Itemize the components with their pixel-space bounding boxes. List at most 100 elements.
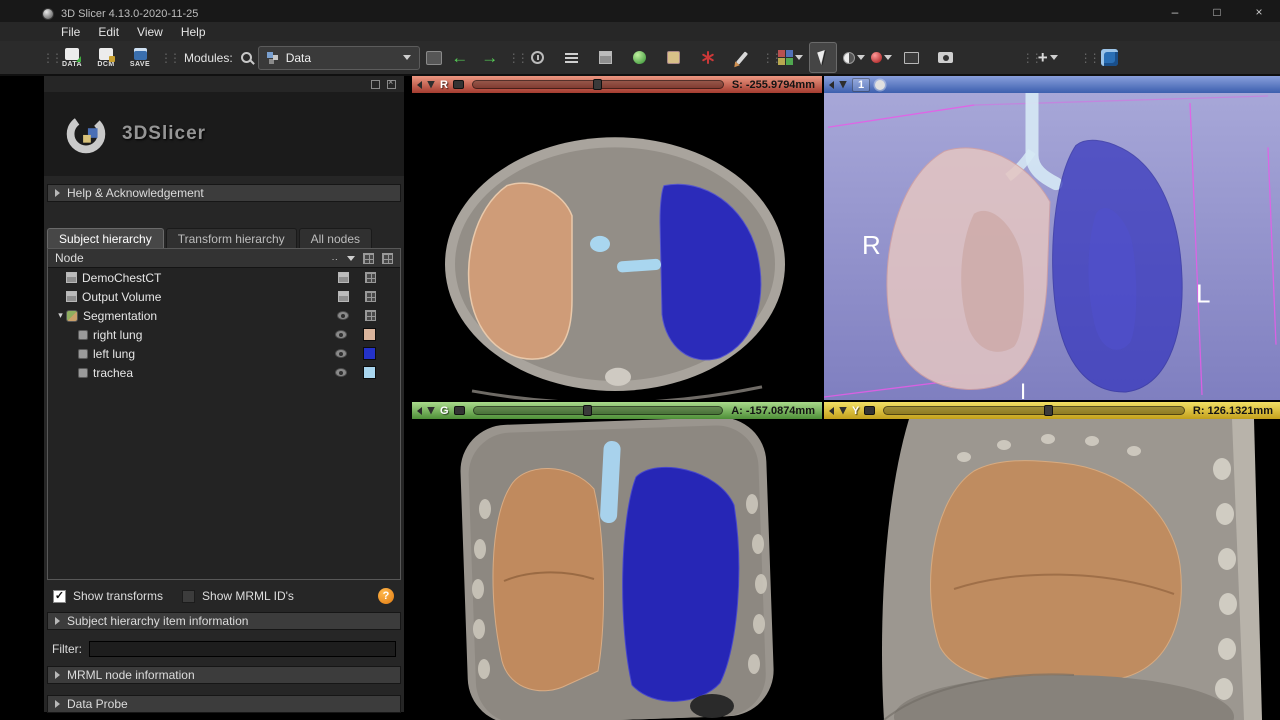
module-back-button[interactable]: ← bbox=[448, 46, 472, 70]
slicer-logo-text: 3DSlicer bbox=[122, 123, 207, 144]
mrml-node-information-section[interactable]: MRML node information bbox=[47, 666, 401, 684]
header-dots-icon[interactable]: ‥ bbox=[331, 253, 339, 263]
show-transforms-checkbox[interactable]: ✓ bbox=[53, 589, 66, 603]
module-panel-toggle-icon[interactable] bbox=[425, 50, 442, 65]
save-button[interactable]: SAVE bbox=[126, 42, 154, 73]
pin-icon[interactable] bbox=[427, 406, 435, 415]
table-view-icon[interactable] bbox=[365, 272, 376, 283]
models-sphere-icon bbox=[633, 51, 647, 64]
threed-rendering: R L I bbox=[824, 93, 1280, 400]
markups-button[interactable] bbox=[558, 42, 586, 73]
data-probe-section[interactable]: Data Probe bbox=[47, 695, 401, 713]
expander-icon[interactable]: ▾ bbox=[55, 310, 66, 321]
table-view-icon[interactable] bbox=[365, 291, 376, 302]
slider-handle[interactable] bbox=[592, 79, 602, 90]
maximize-button[interactable]: □ bbox=[1196, 4, 1238, 20]
help-question-icon[interactable]: ? bbox=[378, 588, 394, 604]
filter-input[interactable] bbox=[89, 641, 396, 657]
toolbar-grip-icon[interactable]: ⋮⋮ bbox=[508, 51, 529, 65]
module-history-button[interactable] bbox=[524, 42, 552, 73]
panel-float-icon[interactable] bbox=[371, 80, 380, 89]
tab-all-nodes[interactable]: All nodes bbox=[298, 228, 373, 248]
segment-color-swatch[interactable] bbox=[363, 328, 376, 341]
module-selector[interactable]: Data bbox=[257, 45, 420, 70]
tree-row-trachea[interactable]: trachea bbox=[48, 363, 400, 382]
slice-visibility-icon[interactable] bbox=[452, 80, 464, 89]
slider-handle[interactable] bbox=[1044, 405, 1054, 416]
pin-icon[interactable] bbox=[839, 406, 847, 415]
green-slice-view[interactable] bbox=[412, 419, 822, 720]
tab-transform-hierarchy[interactable]: Transform hierarchy bbox=[165, 228, 297, 248]
segment-color-swatch[interactable] bbox=[363, 347, 376, 360]
view-options-icon[interactable] bbox=[875, 79, 886, 90]
chevron-down-icon[interactable] bbox=[347, 255, 355, 261]
visibility-eye-icon[interactable] bbox=[335, 368, 347, 377]
header-grid-icon[interactable] bbox=[363, 252, 374, 264]
tree-row-output-volume[interactable]: Output Volume bbox=[48, 287, 400, 306]
tree-row-left-lung[interactable]: left lung bbox=[48, 344, 400, 363]
yellow-slice-view[interactable] bbox=[824, 419, 1280, 720]
segment-icon bbox=[78, 348, 88, 359]
yellow-slice-offset-readout: R: 126.1321mm bbox=[1192, 404, 1273, 417]
show-mrml-ids-checkbox[interactable] bbox=[182, 589, 196, 603]
mouse-interaction-button[interactable] bbox=[808, 42, 837, 73]
table-view-icon[interactable] bbox=[365, 310, 376, 321]
module-search-icon[interactable] bbox=[240, 52, 252, 63]
place-point-selector[interactable] bbox=[870, 52, 892, 63]
capture-view-button[interactable] bbox=[898, 42, 926, 73]
segment-editor-button[interactable] bbox=[728, 42, 756, 73]
close-button[interactable]: × bbox=[1238, 4, 1280, 20]
visibility-eye-icon[interactable] bbox=[335, 349, 347, 358]
toolbar-grip-icon[interactable]: ⋮⋮ bbox=[762, 51, 783, 65]
slice-visibility-icon[interactable] bbox=[864, 406, 876, 415]
tab-subject-hierarchy[interactable]: Subject hierarchy bbox=[47, 228, 164, 248]
menu-file[interactable]: File bbox=[52, 25, 89, 39]
red-slice-view[interactable] bbox=[412, 93, 822, 400]
capture-window-icon bbox=[904, 51, 920, 64]
menu-edit[interactable]: Edit bbox=[89, 25, 128, 39]
volume-rendering-toggle-icon[interactable] bbox=[338, 272, 349, 283]
volume-rendering-toggle-icon[interactable] bbox=[338, 291, 349, 302]
load-data-button[interactable]: DATA bbox=[58, 42, 86, 73]
models-button[interactable] bbox=[626, 42, 654, 73]
screenshot-button[interactable] bbox=[932, 42, 960, 73]
dicom-button[interactable]: DCM bbox=[92, 42, 120, 73]
annotations-button[interactable] bbox=[694, 42, 722, 73]
segment-color-swatch[interactable] bbox=[363, 366, 376, 379]
collapse-icon[interactable] bbox=[829, 406, 834, 415]
transforms-button[interactable] bbox=[660, 42, 688, 73]
toolbar-grip-icon[interactable]: ⋮⋮ bbox=[1022, 51, 1043, 65]
visibility-eye-icon[interactable] bbox=[337, 311, 349, 320]
toolbar-grip-icon[interactable]: ⋮⋮ bbox=[42, 51, 63, 65]
collapse-icon[interactable] bbox=[829, 80, 834, 89]
menu-help[interactable]: Help bbox=[172, 25, 215, 39]
collapse-icon[interactable] bbox=[417, 80, 422, 89]
toolbar-grip-icon[interactable]: ⋮⋮ bbox=[160, 51, 181, 65]
tree-row-right-lung[interactable]: right lung bbox=[48, 325, 400, 344]
green-slice-offset-slider[interactable] bbox=[472, 405, 724, 416]
volume-rendering-button[interactable] bbox=[592, 42, 620, 73]
module-forward-button[interactable]: → bbox=[478, 46, 502, 70]
threed-view[interactable]: R L I bbox=[824, 93, 1280, 400]
slice-visibility-icon[interactable] bbox=[453, 406, 465, 415]
layout-selector[interactable] bbox=[777, 50, 803, 65]
extensions-manager-button[interactable] bbox=[1096, 42, 1124, 73]
item-information-section[interactable]: Subject hierarchy item information bbox=[47, 612, 401, 630]
help-acknowledgement-section[interactable]: Help & Acknowledgement bbox=[47, 184, 401, 202]
header-grid-icon[interactable] bbox=[382, 252, 393, 264]
collapse-icon[interactable] bbox=[417, 406, 422, 415]
menu-view[interactable]: View bbox=[128, 25, 172, 39]
crosshair-selector[interactable]: + bbox=[1038, 49, 1058, 66]
panel-close-icon[interactable] bbox=[387, 77, 396, 89]
visibility-eye-icon[interactable] bbox=[335, 330, 347, 339]
slider-handle[interactable] bbox=[582, 405, 592, 416]
pin-icon[interactable] bbox=[427, 80, 435, 89]
toolbar-grip-icon[interactable]: ⋮⋮ bbox=[1080, 51, 1101, 65]
window-level-selector[interactable] bbox=[842, 51, 865, 64]
red-slice-offset-slider[interactable] bbox=[471, 79, 724, 90]
tree-row-demochestct[interactable]: DemoChestCT bbox=[48, 268, 400, 287]
tree-row-segmentation[interactable]: ▾ Segmentation bbox=[48, 306, 400, 325]
minimize-button[interactable]: – bbox=[1154, 4, 1196, 20]
yellow-slice-offset-slider[interactable] bbox=[883, 405, 1185, 416]
pin-icon[interactable] bbox=[839, 80, 847, 89]
